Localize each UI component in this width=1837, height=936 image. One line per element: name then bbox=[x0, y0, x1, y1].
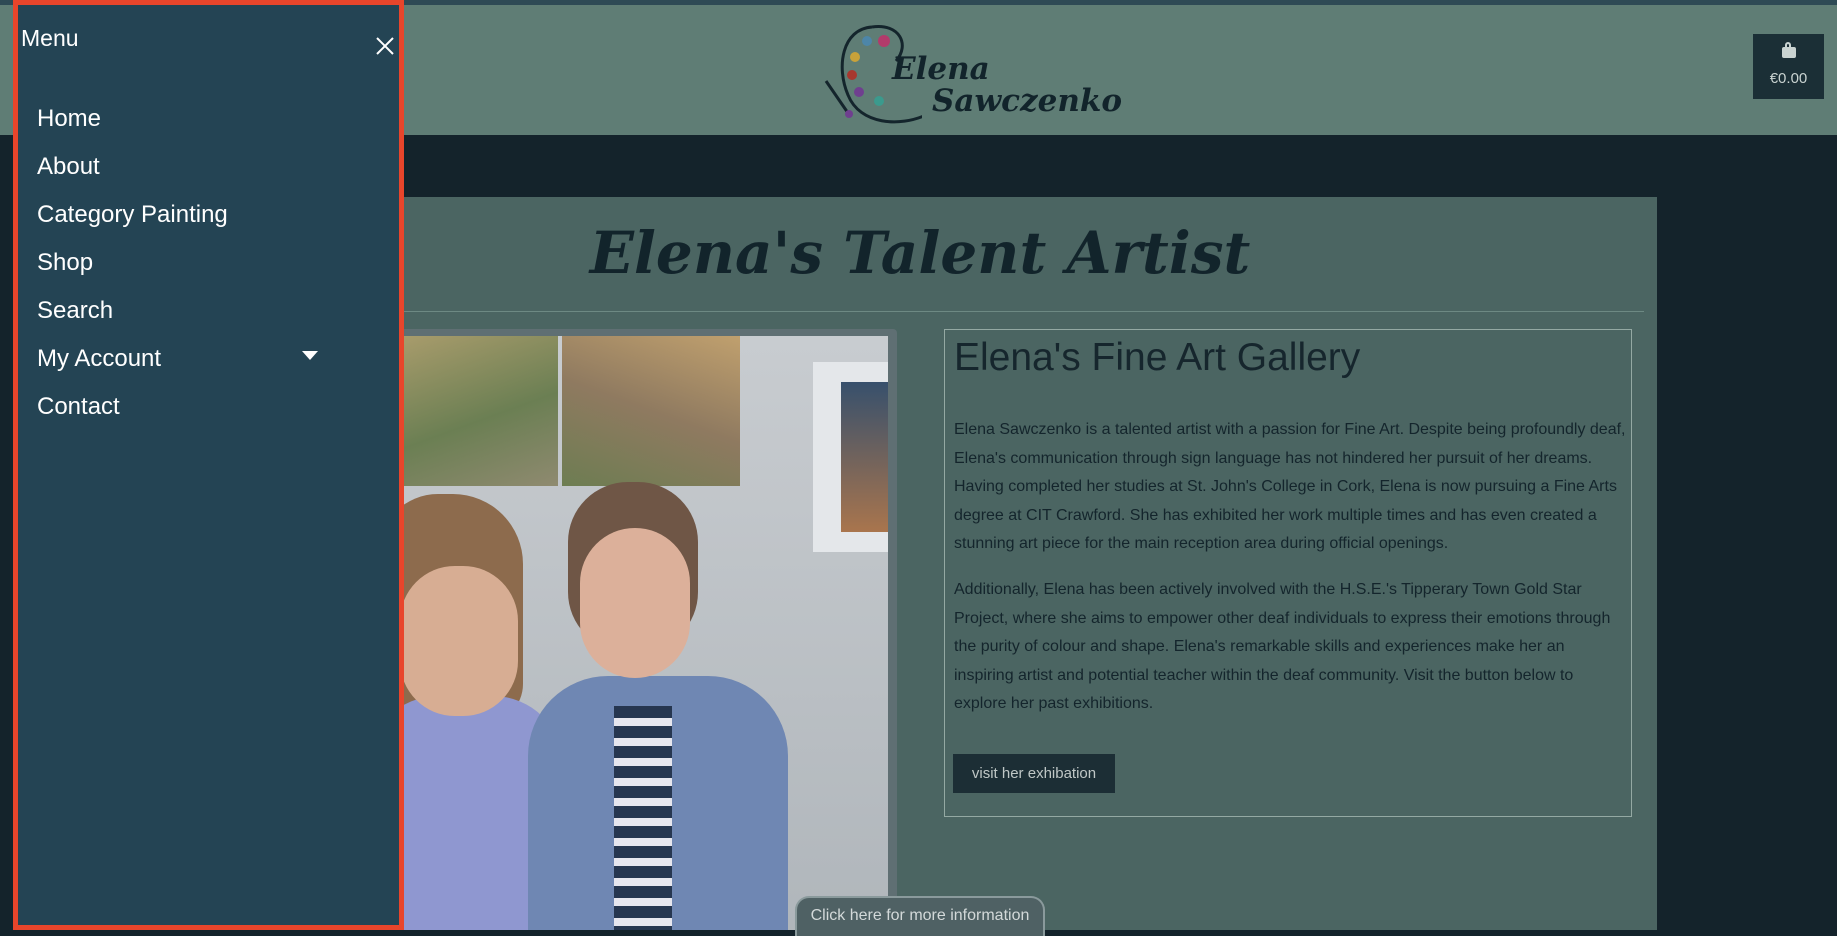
logo-name-last: Sawczenko bbox=[932, 83, 1123, 119]
cart-button[interactable]: €0.00 bbox=[1753, 34, 1824, 99]
menu-title: Menu bbox=[21, 25, 79, 51]
bio-paragraph-2: Additionally, Elena has been actively in… bbox=[954, 581, 1611, 712]
title-divider bbox=[360, 311, 1644, 312]
menu-item-about[interactable]: About bbox=[37, 153, 100, 181]
site-logo[interactable]: Elena Sawczenko bbox=[822, 17, 1122, 132]
artist-photo bbox=[398, 336, 888, 930]
menu-item-category-painting[interactable]: Category Painting bbox=[37, 201, 228, 229]
menu-item-home[interactable]: Home bbox=[37, 105, 101, 133]
menu-item-my-account[interactable]: My Account bbox=[37, 345, 161, 373]
gallery-info-box bbox=[944, 329, 1632, 817]
chevron-down-icon[interactable] bbox=[302, 351, 318, 360]
logo-name-first: Elena bbox=[892, 51, 990, 87]
side-menu: Menu Home About Category Painting Shop S… bbox=[13, 0, 404, 930]
bio-paragraph-1: Elena Sawczenko is a talented artist wit… bbox=[954, 421, 1626, 552]
menu-item-shop[interactable]: Shop bbox=[37, 249, 93, 277]
menu-item-search[interactable]: Search bbox=[37, 297, 113, 325]
close-icon[interactable] bbox=[373, 34, 397, 58]
gallery-title: Elena's Fine Art Gallery bbox=[954, 336, 1361, 379]
more-info-tab[interactable]: Click here for more information bbox=[795, 896, 1045, 936]
shopping-bag-icon bbox=[1782, 42, 1796, 58]
cart-total: €0.00 bbox=[1769, 70, 1808, 87]
page-title: Elena's Talent Artist bbox=[589, 219, 1251, 287]
visit-exhibition-button[interactable]: visit her exhibation bbox=[953, 754, 1115, 793]
menu-item-contact[interactable]: Contact bbox=[37, 393, 120, 421]
